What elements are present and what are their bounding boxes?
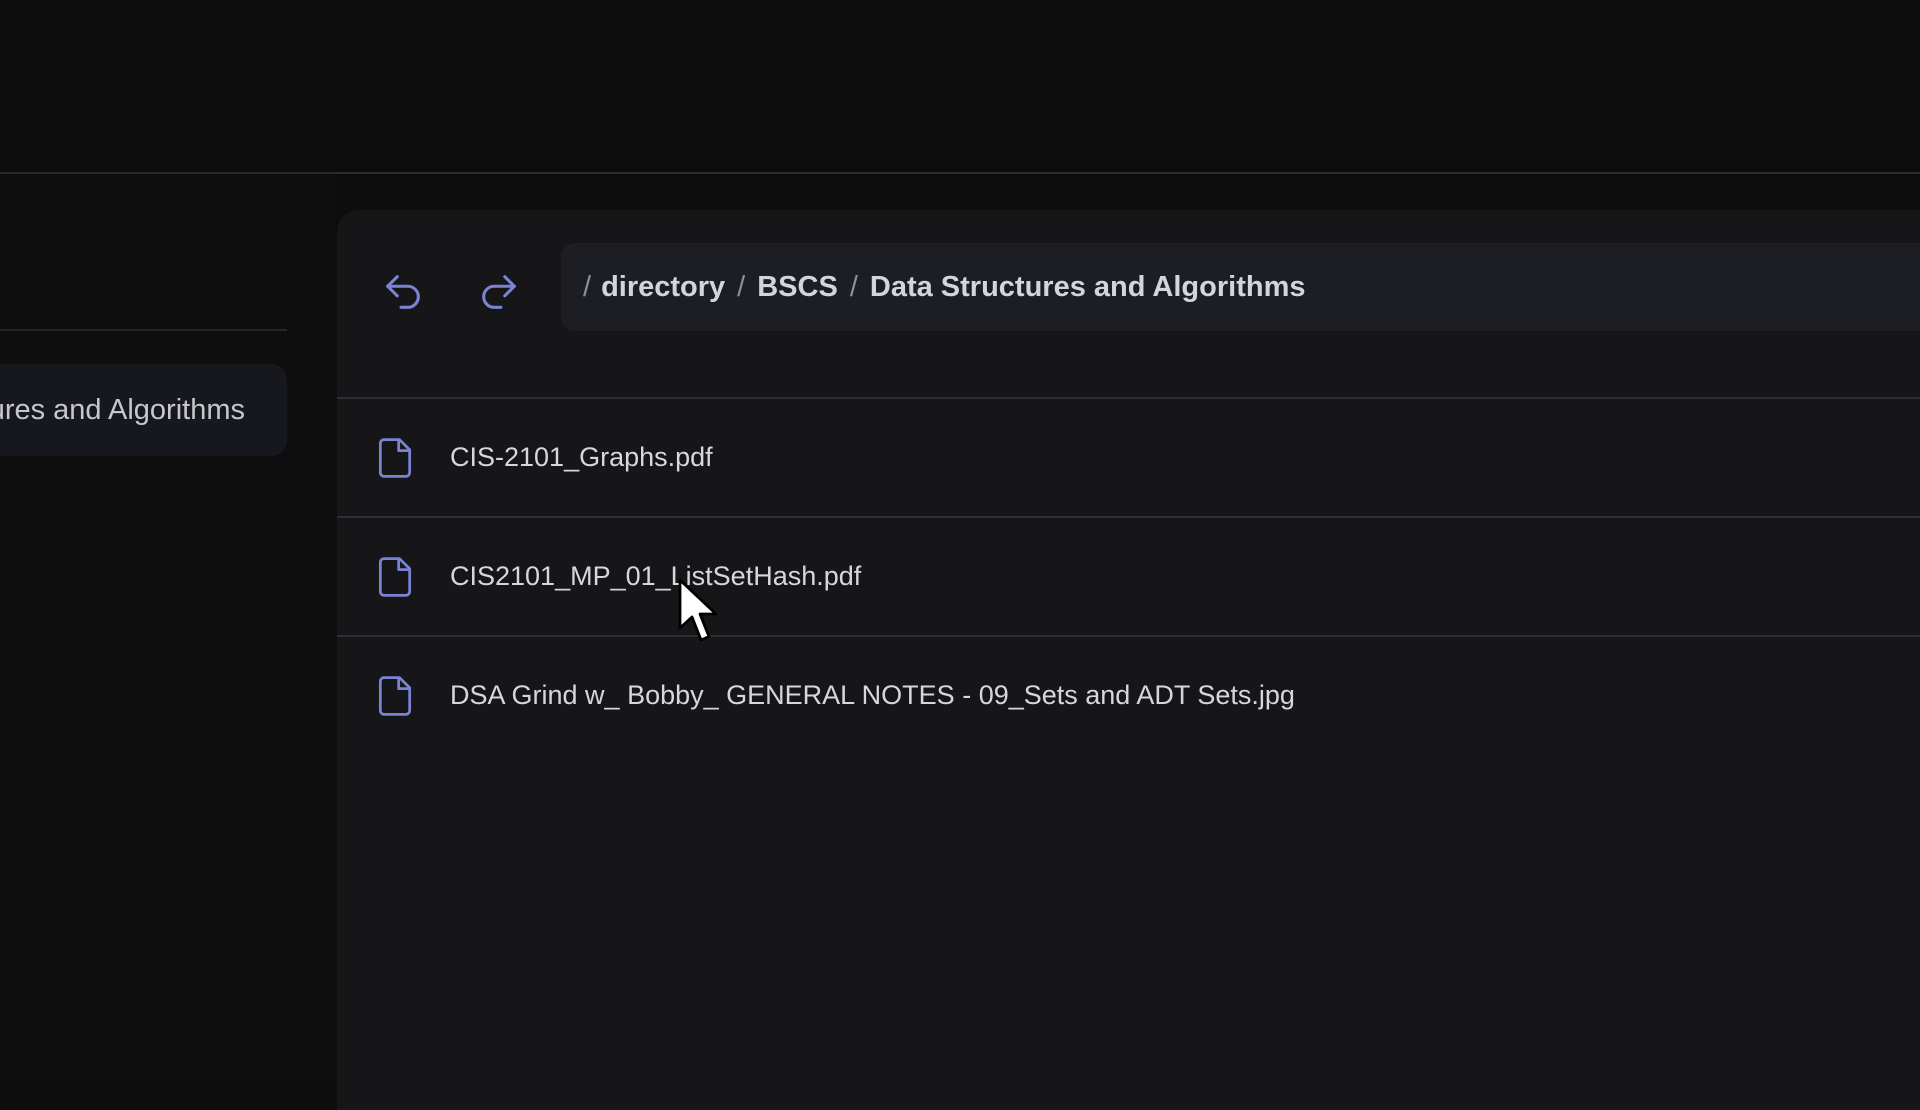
file-row[interactable]: CIS-2101_Graphs.pdf <box>337 399 1920 518</box>
sidebar-item-active-folder[interactable]: Data Structures and Algorithms <box>0 364 287 456</box>
file-row[interactable]: DSA Grind w_ Bobby_ GENERAL NOTES - 09_S… <box>337 637 1920 754</box>
file-icon <box>373 671 417 721</box>
forward-button[interactable] <box>473 266 525 318</box>
file-icon <box>373 433 417 483</box>
top-bar <box>0 0 1920 174</box>
breadcrumb-separator: / <box>849 270 858 303</box>
sidebar: Data Structures and Algorithms <box>0 174 336 1080</box>
file-browser-panel: / directory / BSCS / Data Structures and… <box>337 210 1920 1110</box>
sidebar-divider <box>0 329 287 331</box>
file-icon <box>373 552 417 602</box>
file-name: DSA Grind w_ Bobby_ GENERAL NOTES - 09_S… <box>450 680 1295 710</box>
file-name: CIS2101_MP_01_ListSetHash.pdf <box>450 561 862 591</box>
redo-arrow-icon <box>482 275 516 309</box>
back-button[interactable] <box>377 266 429 318</box>
breadcrumb-separator: / <box>737 270 746 303</box>
breadcrumb: / directory / BSCS / Data Structures and… <box>561 243 1920 331</box>
undo-arrow-icon <box>386 275 420 309</box>
file-row[interactable]: CIS2101_MP_01_ListSetHash.pdf <box>337 518 1920 637</box>
breadcrumb-item-bscs[interactable]: BSCS <box>757 271 838 304</box>
file-list: CIS-2101_Graphs.pdf CIS2101_MP_01_ListSe… <box>337 399 1920 754</box>
breadcrumb-separator: / <box>583 270 592 303</box>
file-name: CIS-2101_Graphs.pdf <box>450 442 713 472</box>
breadcrumb-item-directory[interactable]: directory <box>601 271 725 304</box>
breadcrumb-item-current[interactable]: Data Structures and Algorithms <box>870 271 1306 304</box>
sidebar-item-label: Data Structures and Algorithms <box>0 393 245 426</box>
